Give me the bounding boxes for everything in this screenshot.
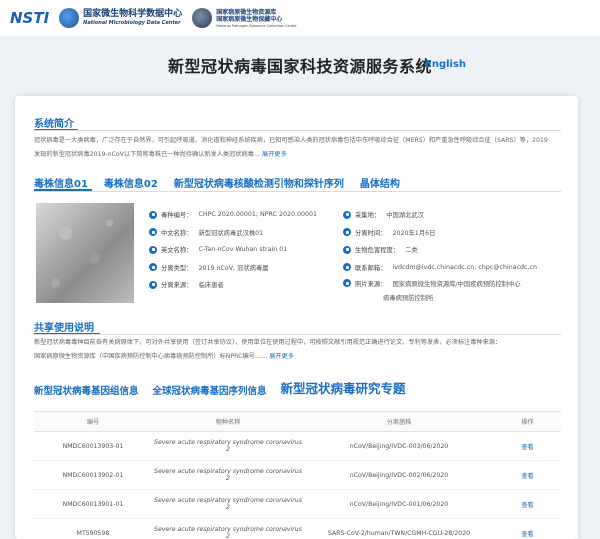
field-isolation-date: 分离时间： 2020年1月6日 — [343, 224, 568, 242]
nsti-logo-text: NSTI — [10, 8, 50, 27]
nmdc-name: 国家微生物科学数据中心 — [83, 9, 183, 20]
global-sequence-link[interactable]: 全球冠状病毒基因序列信息 — [153, 383, 267, 397]
share-divider — [34, 334, 561, 335]
nmdc-emblem-icon — [59, 8, 80, 28]
share-section-title: 共享使用说明 — [34, 323, 94, 334]
nmdc-logo[interactable]: 国家微生物科学数据中心 National Microbiology Data C… — [59, 8, 182, 28]
intro-divider — [34, 130, 561, 131]
tab-strain-02[interactable]: 毒株信息02 — [104, 175, 158, 190]
view-link[interactable]: 查看 — [494, 500, 561, 509]
tab-crystal-structure[interactable]: 晶体结构 — [360, 175, 400, 190]
id-icon — [149, 210, 157, 219]
field-source: 分离来源： 临床患者 — [149, 276, 349, 294]
cell-strain: nCoV/Beijing/IVDC-001/06/2020 — [349, 500, 449, 508]
nsti-logo[interactable]: NSTI — [10, 8, 50, 27]
header-strain: 分离菌株 — [386, 419, 412, 426]
view-link[interactable]: 查看 — [494, 529, 561, 538]
tab-primer-probe[interactable]: 新型冠状病毒核酸检测引物和探针序列 — [174, 175, 344, 190]
resource-links: 新型冠状病毒基因组信息 全球冠状病毒基因序列信息 新型冠状病毒研究专题 — [34, 378, 406, 397]
virus-micrograph-image — [36, 203, 134, 303]
field-en-name: 英文名称： C-Tan-nCov Wuhan strain 01 — [149, 241, 349, 259]
cell-strain: nCoV/Beijing/IVDC-003/06/2020 — [349, 442, 449, 450]
strain-tabs: 毒株信息01 毒株信息02 新型冠状病毒核酸检测引物和探针序列 晶体结构 — [34, 175, 400, 190]
field-photo-source: 照片来源： 国家病原微生物资源库/中国疾病预防控制中心 — [343, 276, 568, 290]
cell-id: MT590598 — [76, 529, 110, 537]
category-icon — [149, 263, 157, 272]
cn-name-icon — [149, 228, 157, 237]
intro-line-2: 发现的新型冠状病毒2019-nCoV以下简称毒株已一种尚待确认新发人类冠状病毒 — [34, 151, 254, 158]
cell-id: NMDC60013903-01 — [62, 442, 124, 450]
english-link[interactable]: English — [425, 59, 466, 70]
cell-strain: nCoV/Beijing/IVDC-002/06/2020 — [349, 471, 449, 479]
field-cn-name: 中文名称： 新型冠状病毒武汉株01 — [149, 224, 349, 242]
field-email: 联系邮箱： ivdcdm@ivdc.chinacdc.cn; chpc@china… — [343, 259, 568, 277]
intro-more-link[interactable]: 展开更多 — [262, 151, 287, 158]
npmrc-name-en: National Pathogen Resource Collection Ce… — [216, 23, 297, 28]
clock-icon — [343, 228, 351, 237]
view-link[interactable]: 查看 — [494, 471, 561, 480]
share-paragraph: 新型冠状病毒毒种目前各有关病原体下，可对外共享使用（签订共享协议），使用单位在使… — [34, 336, 564, 364]
nmdc-name-en: National Microbiology Data Center — [83, 19, 181, 26]
header-id: 编号 — [86, 419, 100, 426]
intro-line-1: 冠状病毒是一大类病毒，广泛存在于自然界，可引起呼吸道、消化道和神经系统疾病，已知… — [34, 137, 548, 144]
table-row: MT590598 Severe acute respiratory syndro… — [34, 519, 561, 539]
field-biohazard: 生物危害程度： 二类 — [343, 241, 568, 259]
field-photo-source-cont: 病毒病预防控制所 — [383, 294, 434, 302]
tab-strain-01[interactable]: 毒株信息01 — [34, 175, 88, 190]
photo-icon — [343, 279, 351, 287]
npmrc-emblem-icon — [192, 8, 213, 28]
field-strain-id: 毒种编号： CHPC 2020.00001; NPRC 2020.00001 — [149, 206, 349, 224]
intro-paragraph: 冠状病毒是一大类病毒，广泛存在于自然界，可引起呼吸道、消化道和神经系统疾病，已知… — [34, 134, 564, 162]
tabs-divider — [34, 191, 561, 192]
npmrc-logo[interactable]: 国家病原微生物资源库 国家病原微生物保藏中心 National Pathogen… — [192, 8, 297, 28]
share-line-1: 新型冠状病毒毒种目前各有关病原体下，可对外共享使用（签订共享协议），使用单位在使… — [34, 339, 502, 346]
cell-species: Severe acute respiratory syndrome corona… — [154, 439, 302, 453]
genome-table: 编号 物种名称 分离菌株 操作 NMDC60013903-01 Severe a… — [34, 411, 561, 539]
page-title: 新型冠状病毒国家科技资源服务系统 — [167, 57, 432, 76]
field-category: 分离类型： 2019 nCoV, 冠状病毒属 — [149, 259, 349, 277]
biohazard-icon — [343, 245, 351, 254]
npmrc-name-2: 国家病原微生物保藏中心 — [216, 16, 283, 23]
npmrc-name-1: 国家病原微生物资源库 — [216, 8, 277, 16]
en-name-icon — [149, 245, 157, 254]
strain-fields-right: 采集地： 中国湖北武汉 分离时间： 2020年1月6日 生物危害程度： 二类 联系邮箱… — [343, 206, 568, 304]
site-header: 新型冠状病毒国家科技资源服务系统 English — [0, 36, 600, 94]
genome-info-link[interactable]: 新型冠状病毒基因组信息 — [34, 383, 139, 397]
header-species: 物种名称 — [215, 419, 241, 426]
source-icon — [149, 280, 157, 289]
cell-species: Severe acute respiratory syndrome corona… — [154, 497, 302, 511]
view-link[interactable]: 查看 — [494, 442, 561, 451]
share-more-link[interactable]: 展开更多 — [269, 353, 294, 360]
main-card: 系统简介 冠状病毒是一大类病毒，广泛存在于自然界，可引起呼吸道、消化道和神经系统… — [15, 96, 578, 539]
table-row: NMDC60013902-01 Severe acute respiratory… — [34, 461, 561, 490]
strain-fields-left: 毒种编号： CHPC 2020.00001; NPRC 2020.00001 中文… — [149, 206, 349, 294]
location-icon — [343, 210, 351, 219]
top-logo-bar: NSTI 国家微生物科学数据中心 National Microbiology D… — [0, 0, 600, 36]
table-row: NMDC60013903-01 Severe acute respiratory… — [34, 432, 561, 461]
table-header: 编号 物种名称 分离菌株 操作 — [34, 411, 561, 432]
share-line-2: 国家病原微生物资源库（中国疾病预防控制中心病毒病预防控制所）标NPRC编号…… — [34, 353, 268, 360]
cell-id: NMDC60013901-01 — [62, 500, 124, 508]
header-action: 操作 — [521, 419, 534, 426]
research-topic-link[interactable]: 新型冠状病毒研究专题 — [281, 378, 406, 397]
cell-species: Severe acute respiratory syndrome corona… — [154, 468, 302, 482]
cell-strain: SARS-CoV-2/human/TWN/CGMH-CGU-28/2020 — [327, 529, 471, 537]
intro-section-title: 系统简介 — [34, 119, 74, 130]
table-row: NMDC60013901-01 Severe acute respiratory… — [34, 490, 561, 519]
cell-id: NMDC60013902-01 — [62, 471, 124, 479]
mail-icon — [343, 263, 351, 272]
cell-species: Severe acute respiratory syndrome corona… — [154, 526, 302, 539]
field-collection-place: 采集地： 中国湖北武汉 — [343, 206, 568, 224]
